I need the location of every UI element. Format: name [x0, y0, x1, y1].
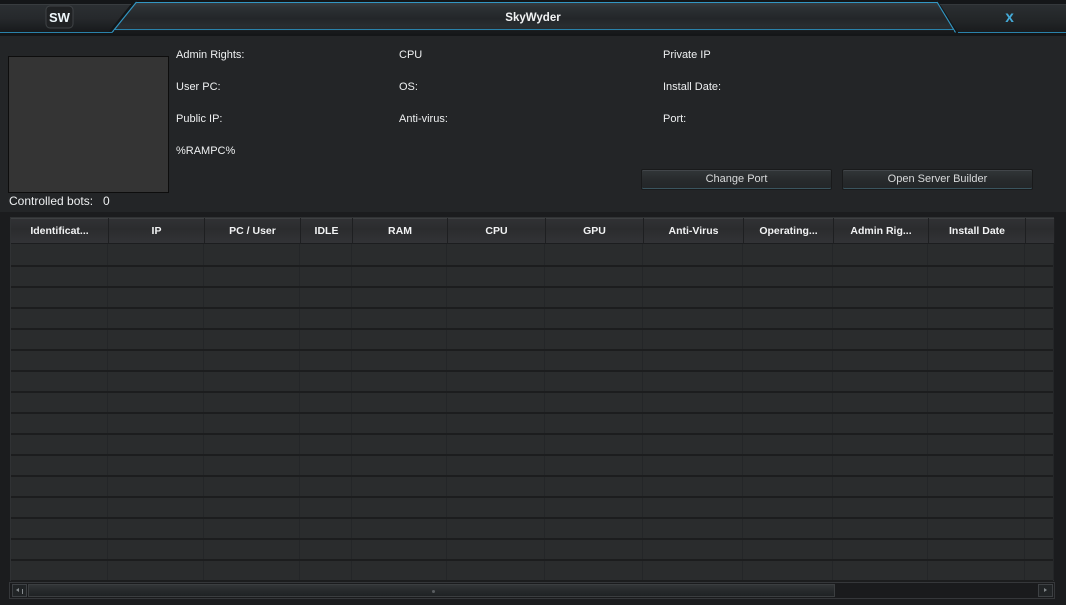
svg-text:SW: SW	[49, 10, 71, 25]
svg-text:SkyWyder: SkyWyder	[505, 12, 561, 24]
svg-text:x: x	[1005, 9, 1014, 26]
